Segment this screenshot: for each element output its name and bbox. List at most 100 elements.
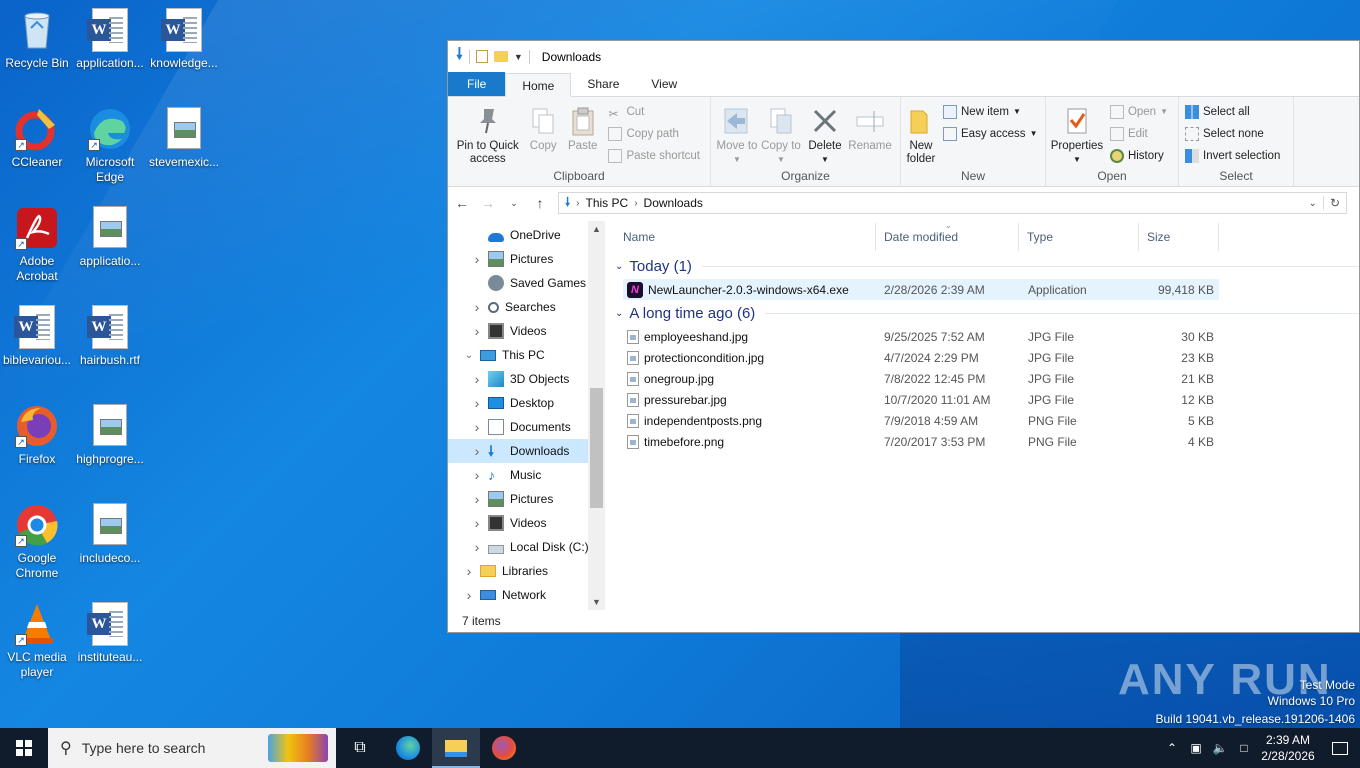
nav-item-3d-objects[interactable]: › 3D Objects bbox=[448, 367, 605, 391]
expand-chevron-icon[interactable]: › bbox=[470, 467, 484, 483]
taskbar-search-box[interactable]: ⚲ Type here to search bbox=[48, 728, 336, 768]
taskbar-clock[interactable]: 2:39 AM 2/28/2026 bbox=[1256, 732, 1320, 764]
desktop-icon[interactable]: Whairbush.rtf bbox=[74, 305, 146, 368]
nav-item-music[interactable]: › ♪ Music bbox=[448, 463, 605, 487]
start-button[interactable] bbox=[0, 728, 48, 768]
expand-chevron-icon[interactable]: › bbox=[470, 371, 484, 387]
group-header[interactable]: ⌄ Today (1) bbox=[605, 253, 1359, 279]
desktop-icon[interactable]: ↗ Firefox bbox=[1, 404, 73, 467]
task-view-button[interactable]: ⧉ bbox=[336, 728, 384, 768]
desktop-icon[interactable]: highprogre... bbox=[74, 404, 146, 467]
nav-item-this-pc[interactable]: ⌄ This PC bbox=[448, 343, 605, 367]
nav-item-pictures[interactable]: › Pictures bbox=[448, 487, 605, 511]
display-icon[interactable]: □ bbox=[1232, 741, 1256, 755]
expanded-chevron-icon[interactable]: ⌄ bbox=[462, 350, 476, 361]
taskbar-file-explorer-button[interactable] bbox=[432, 728, 480, 768]
file-row[interactable]: N NewLauncher-2.0.3-windows-x64.exe 2/28/2… bbox=[623, 279, 1219, 300]
expand-chevron-icon[interactable]: › bbox=[470, 395, 484, 411]
open-button[interactable]: Open ▼ bbox=[1109, 103, 1168, 121]
desktop-icon[interactable]: Wapplication... bbox=[74, 8, 146, 71]
scroll-down-icon[interactable]: ▼ bbox=[588, 594, 605, 610]
expand-chevron-icon[interactable]: › bbox=[470, 419, 484, 435]
desktop-icon[interactable]: ↗ Adobe Acrobat bbox=[1, 206, 73, 284]
refresh-icon[interactable]: ↻ bbox=[1322, 196, 1340, 210]
file-row[interactable]: onegroup.jpg 7/8/2022 12:45 PM JPG File 21 … bbox=[623, 368, 1359, 389]
show-hidden-icons-chevron-icon[interactable]: ⌃ bbox=[1160, 741, 1184, 755]
down-arrow-icon[interactable]: 🠗 bbox=[456, 43, 463, 70]
collapse-chevron-icon[interactable]: ⌄ bbox=[615, 308, 623, 319]
nav-item-local-disk-c[interactable]: › Local Disk (C:) bbox=[448, 535, 605, 559]
cut-button[interactable]: ✂ Cut bbox=[608, 103, 700, 121]
file-row[interactable]: timebefore.png 7/20/2017 3:53 PM PNG File 4… bbox=[623, 431, 1359, 452]
file-row[interactable]: independentposts.png 7/9/2018 4:59 AM PNG … bbox=[623, 410, 1359, 431]
expand-chevron-icon[interactable]: › bbox=[470, 299, 484, 315]
edit-button[interactable]: Edit bbox=[1109, 125, 1168, 143]
nav-item-downloads[interactable]: › 🠗 Downloads bbox=[448, 439, 605, 463]
expand-chevron-icon[interactable]: › bbox=[462, 563, 476, 579]
network-status-icon[interactable]: ▣ bbox=[1184, 741, 1208, 755]
desktop-icon[interactable]: ↗ CCleaner bbox=[1, 107, 73, 170]
nav-item-saved-games[interactable]: Saved Games bbox=[448, 271, 605, 295]
scroll-up-icon[interactable]: ▲ bbox=[588, 221, 605, 237]
desktop-icon[interactable]: ↗ Google Chrome bbox=[1, 503, 73, 581]
customize-quick-access-icon[interactable]: ▼ bbox=[514, 52, 523, 62]
tab-share[interactable]: Share bbox=[571, 72, 635, 96]
breadcrumb-this-pc[interactable]: This PC bbox=[586, 196, 629, 210]
desktop-icon[interactable]: ↗ VLC media player bbox=[1, 602, 73, 680]
desktop-icon[interactable]: Wbiblevariou... bbox=[1, 305, 73, 368]
scrollbar-thumb[interactable] bbox=[590, 388, 603, 508]
file-row[interactable]: employeeshand.jpg 9/25/2025 7:52 AM JPG Fi… bbox=[623, 326, 1359, 347]
collapse-chevron-icon[interactable]: ⌄ bbox=[615, 261, 623, 272]
address-bar[interactable]: 🠗 › This PC › Downloads ⌄ ↻ bbox=[558, 192, 1347, 214]
group-header[interactable]: ⌄ A long time ago (6) bbox=[605, 300, 1359, 326]
desktop-icon[interactable]: Wknowledge... bbox=[148, 8, 220, 71]
forward-arrow-icon[interactable]: → bbox=[480, 195, 496, 211]
taskbar-firefox-button[interactable] bbox=[480, 728, 528, 768]
nav-item-desktop[interactable]: › Desktop bbox=[448, 391, 605, 415]
easy-access-button[interactable]: Easy access ▼ bbox=[943, 125, 1037, 143]
nav-item-searches[interactable]: › Searches bbox=[448, 295, 605, 319]
desktop-icon[interactable]: stevemexic... bbox=[148, 107, 220, 170]
up-arrow-icon[interactable]: ↑ bbox=[532, 195, 548, 211]
new-item-button[interactable]: New item ▼ bbox=[943, 103, 1037, 121]
select-none-button[interactable]: Select none bbox=[1185, 125, 1280, 143]
history-button[interactable]: History bbox=[1109, 147, 1168, 165]
expand-chevron-icon[interactable]: › bbox=[470, 251, 484, 267]
column-name[interactable]: Name bbox=[615, 223, 876, 251]
desktop-icon[interactable]: Winstituteau... bbox=[74, 602, 146, 665]
nav-pane-scrollbar[interactable]: ▲ ▼ bbox=[588, 221, 605, 610]
expand-chevron-icon[interactable]: › bbox=[470, 491, 484, 507]
desktop-icon[interactable]: ↗ Microsoft Edge bbox=[74, 107, 146, 185]
expand-chevron-icon[interactable]: › bbox=[470, 515, 484, 531]
tab-home[interactable]: Home bbox=[505, 73, 572, 97]
expand-chevron-icon[interactable]: › bbox=[470, 539, 484, 555]
address-dropdown-icon[interactable]: ⌄ bbox=[1309, 198, 1317, 209]
nav-item-videos[interactable]: › Videos bbox=[448, 319, 605, 343]
column-size[interactable]: Size bbox=[1139, 223, 1219, 251]
column-type[interactable]: Type bbox=[1019, 223, 1139, 251]
desktop-icon[interactable]: Recycle Bin bbox=[1, 8, 73, 71]
recent-locations-chevron-icon[interactable]: ⌄ bbox=[506, 198, 522, 209]
nav-item-libraries[interactable]: › Libraries bbox=[448, 559, 605, 583]
desktop-icon[interactable]: includeco... bbox=[74, 503, 146, 566]
nav-item-pictures[interactable]: › Pictures bbox=[448, 247, 605, 271]
nav-item-network[interactable]: › Network bbox=[448, 583, 605, 607]
nav-item-onedrive[interactable]: OneDrive bbox=[448, 223, 605, 247]
volume-icon[interactable]: 🔈 bbox=[1208, 741, 1232, 755]
properties-quick-icon[interactable] bbox=[475, 50, 488, 63]
breadcrumb-downloads[interactable]: Downloads bbox=[644, 196, 703, 210]
copy-path-button[interactable]: Copy path bbox=[608, 125, 700, 143]
tab-file[interactable]: File bbox=[448, 72, 506, 96]
select-all-button[interactable]: Select all bbox=[1185, 103, 1280, 121]
expand-chevron-icon[interactable]: › bbox=[470, 443, 484, 459]
file-row[interactable]: protectioncondition.jpg 4/7/2024 2:29 PM J… bbox=[623, 347, 1359, 368]
invert-selection-button[interactable]: Invert selection bbox=[1185, 147, 1280, 165]
back-arrow-icon[interactable]: ← bbox=[454, 195, 470, 211]
nav-item-documents[interactable]: › Documents bbox=[448, 415, 605, 439]
paste-shortcut-button[interactable]: Paste shortcut bbox=[608, 147, 700, 165]
new-folder-quick-icon[interactable] bbox=[493, 51, 508, 62]
file-row[interactable]: pressurebar.jpg 10/7/2020 11:01 AM JPG Fil… bbox=[623, 389, 1359, 410]
action-center-button[interactable] bbox=[1320, 741, 1360, 755]
taskbar-edge-button[interactable] bbox=[384, 728, 432, 768]
tab-view[interactable]: View bbox=[635, 72, 693, 96]
